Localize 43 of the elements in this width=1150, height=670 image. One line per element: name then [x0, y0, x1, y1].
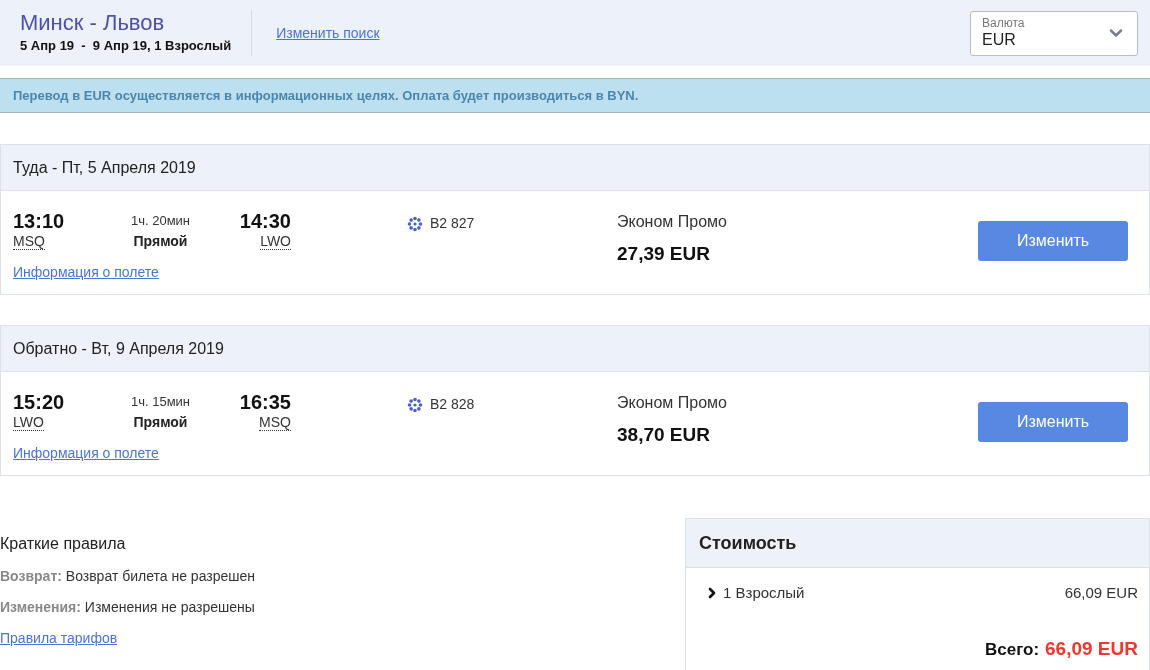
route-title: Минск - Львов	[20, 10, 166, 37]
fare-rules-link[interactable]: Правила тарифов	[0, 628, 118, 649]
change-button[interactable]: Изменить	[978, 402, 1128, 442]
flight-duration: 1ч. 15мин	[130, 393, 191, 411]
flight-info-link[interactable]: Информация о полете	[13, 445, 159, 461]
cost-title: Стоимость	[699, 531, 797, 555]
arrival-time: 14:30	[239, 209, 291, 233]
passenger-label: 1 Взрослый	[723, 583, 805, 603]
airport-code: LWO	[13, 414, 44, 431]
currency-label: Валюта	[982, 16, 1025, 30]
flight-info-link[interactable]: Информация о полете	[13, 264, 159, 280]
passenger-row[interactable]: 1 Взрослый 66,09 EUR	[686, 568, 1149, 605]
segment-title: Туда - Пт, 5 Апреля 2019	[1, 145, 1149, 191]
stops-label: Прямой	[133, 231, 188, 251]
passenger-amount: 66,09 EUR	[1064, 583, 1138, 603]
total-amount: 66,09 EUR	[1045, 636, 1138, 661]
airline-logo-icon	[407, 215, 423, 232]
fare-price: 38,70 EUR	[617, 423, 711, 447]
airport-code: LWO	[260, 233, 291, 250]
rule-text: Изменения: Изменения не разрешены	[0, 598, 255, 617]
flight-duration: 1ч. 20мин	[130, 212, 191, 230]
total-label: Всего:	[984, 638, 1040, 661]
departure-time: 13:10	[13, 209, 65, 233]
change-search-link[interactable]: Изменить поиск	[276, 22, 380, 44]
airline-logo-icon	[407, 396, 423, 413]
rules-title: Краткие правила	[0, 534, 126, 554]
fare-name: Эконом Промо	[617, 212, 727, 232]
arrival-time: 16:35	[239, 390, 291, 414]
fare-price: 27,39 EUR	[617, 242, 711, 266]
airport-code: MSQ	[13, 233, 45, 250]
currency-notice: Перевод в EUR осуществляется в информационных целях. Оплата будет производиться в BYN.	[13, 86, 639, 105]
fare-name: Эконом Промо	[617, 393, 727, 413]
segment-title: Обратно - Вт, 9 Апреля 2019	[1, 326, 1149, 372]
rule-text: Возврат: Возврат билета не разрешен	[0, 567, 255, 586]
airport-code: MSQ	[259, 414, 291, 431]
flight-number: B2 827	[430, 214, 475, 233]
change-button[interactable]: Изменить	[978, 221, 1128, 261]
currency-value: EUR	[982, 30, 1017, 50]
flight-number: B2 828	[430, 395, 475, 414]
stops-label: Прямой	[133, 412, 188, 432]
currency-select[interactable]: Валюта EUR	[970, 10, 1138, 56]
departure-time: 15:20	[13, 390, 65, 414]
trip-details: 5 Апр 19 - 9 Апр 19, 1 Взрослый	[20, 37, 232, 56]
